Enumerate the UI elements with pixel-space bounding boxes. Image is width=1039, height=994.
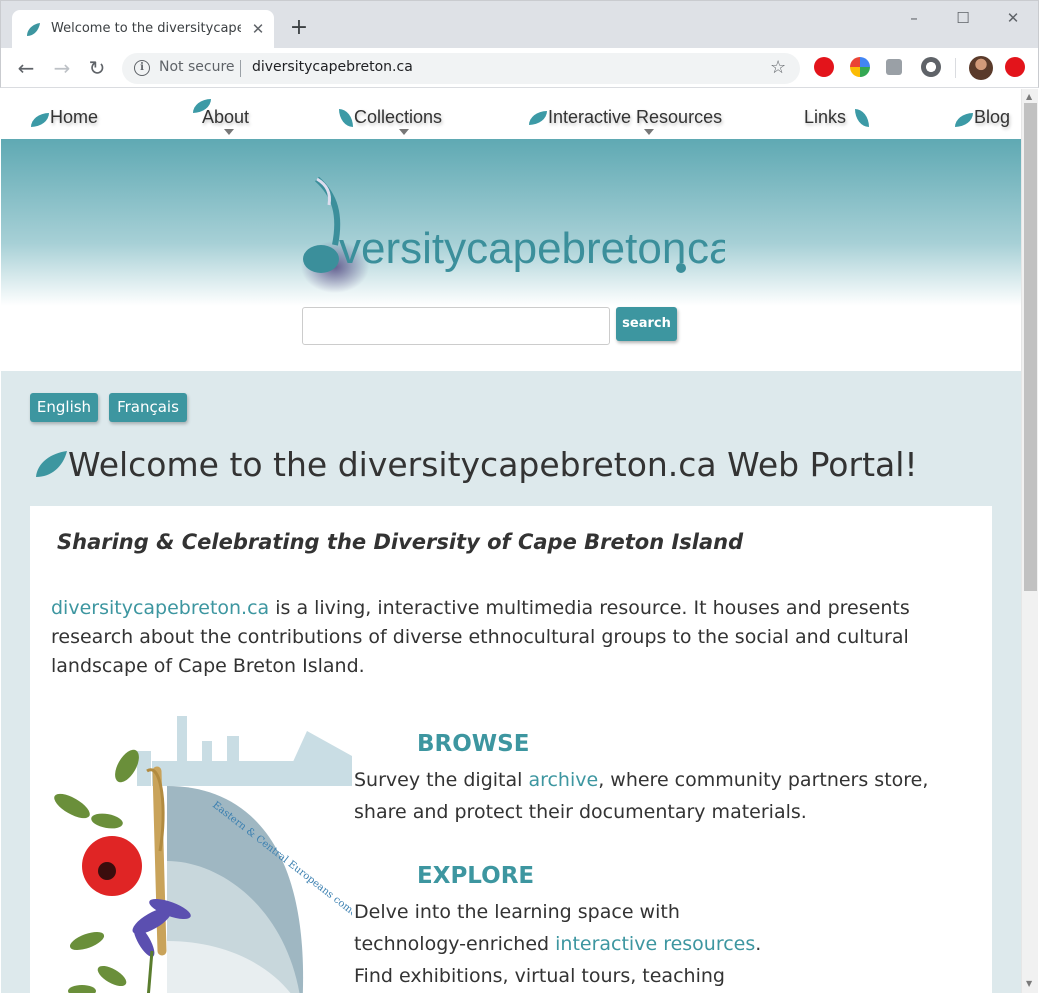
scroll-up-icon[interactable]: ▲: [1026, 92, 1032, 101]
page-title: Welcome to the diversitycapebreton.ca We…: [68, 445, 918, 484]
site-logo[interactable]: versitycapebreton ca: [295, 175, 725, 300]
nav-item-home[interactable]: Home: [50, 107, 98, 128]
nav-item-about[interactable]: About: [202, 107, 249, 128]
avatar[interactable]: [969, 56, 993, 80]
update-icon[interactable]: [1005, 57, 1025, 77]
back-button[interactable]: ←: [12, 54, 40, 82]
tab-title: Welcome to the diversitycapebreton.ca We…: [51, 21, 241, 36]
intro-link[interactable]: diversitycapebreton.ca: [51, 597, 269, 619]
browser-tab[interactable]: Welcome to the diversitycapebreton.ca We…: [12, 10, 274, 49]
leaf-bullet-icon: [31, 113, 49, 127]
scrollbar-thumb[interactable]: [1024, 103, 1037, 591]
site-nav: Home About Collections Interactive Resou…: [1, 89, 1021, 139]
page-scrollbar[interactable]: ▲ ▼: [1021, 89, 1038, 993]
extension-icon[interactable]: [921, 57, 941, 77]
tagline: Sharing & Celebrating the Diversity of C…: [57, 530, 744, 554]
collage-illustration: Eastern & Central Europeans come ashore: [54, 716, 352, 993]
page-viewport: Home About Collections Interactive Resou…: [1, 89, 1021, 993]
browse-text: Survey the digital archive, where commun…: [354, 764, 974, 828]
new-tab-button[interactable]: +: [287, 17, 311, 41]
info-icon[interactable]: i: [134, 60, 150, 76]
interactive-resources-link[interactable]: interactive resources: [555, 933, 755, 955]
leaf-bullet-icon: [529, 111, 547, 125]
french-button[interactable]: Français: [109, 393, 187, 422]
toolbar-divider: [955, 58, 956, 78]
site-header: versitycapebreton ca search: [1, 139, 1021, 371]
logo-text: versitycapebreton: [339, 224, 686, 273]
nav-item-collections[interactable]: Collections: [354, 107, 442, 128]
poppy-flower: [82, 836, 142, 896]
intro-paragraph: diversitycapebreton.ca is a living, inte…: [51, 594, 971, 681]
browser-titlebar: Welcome to the diversitycapebreton.ca We…: [0, 0, 1039, 49]
leaf-bullet-icon: [339, 109, 353, 127]
tab-close-icon[interactable]: ✕: [248, 19, 268, 39]
browse-title: BROWSE: [417, 731, 530, 757]
search-button[interactable]: search: [616, 307, 677, 341]
leaf-bullet-icon: [855, 109, 869, 127]
dropdown-caret-icon: [224, 129, 234, 135]
extension-icon[interactable]: [850, 57, 870, 77]
nav-item-blog[interactable]: Blog: [974, 107, 1010, 128]
extension-icon[interactable]: [886, 59, 902, 75]
leaf-favicon-icon: [27, 23, 40, 36]
logo-dot: [676, 263, 686, 273]
browse-text-part: Survey the digital: [354, 769, 529, 791]
adblock-icon[interactable]: [814, 57, 834, 77]
dropdown-caret-icon: [644, 129, 654, 135]
explore-text: Delve into the learning space with techn…: [354, 896, 794, 993]
dropdown-caret-icon: [399, 129, 409, 135]
content-card: Sharing & Celebrating the Diversity of C…: [30, 506, 992, 993]
leaf-bullet-icon: [955, 113, 973, 127]
archive-link[interactable]: archive: [528, 769, 598, 791]
scroll-down-icon[interactable]: ▼: [1026, 979, 1032, 988]
industrial-skyline: [137, 716, 352, 786]
maximize-button[interactable]: ☐: [948, 7, 978, 29]
english-button[interactable]: English: [30, 393, 98, 422]
close-window-button[interactable]: ✕: [998, 7, 1028, 29]
logo-tld: ca: [687, 224, 725, 273]
omnibox-divider: [240, 60, 241, 77]
reload-button[interactable]: ↻: [83, 54, 111, 82]
leaf-bullet-icon: [36, 451, 67, 477]
explore-title: EXPLORE: [417, 863, 535, 889]
url-text[interactable]: diversitycapebreton.ca: [252, 59, 413, 75]
address-bar[interactable]: i Not secure diversitycapebreton.ca ☆: [122, 53, 800, 84]
star-icon[interactable]: ☆: [770, 57, 786, 78]
nav-item-interactive-resources[interactable]: Interactive Resources: [548, 107, 722, 128]
forward-button[interactable]: →: [48, 54, 76, 82]
browser-toolbar: ← → ↻ i Not secure diversitycapebreton.c…: [0, 48, 1039, 88]
security-label[interactable]: Not secure: [159, 59, 235, 75]
search-input[interactable]: [302, 307, 610, 345]
nav-item-links[interactable]: Links: [804, 107, 846, 128]
minimize-button[interactable]: –: [899, 7, 929, 29]
